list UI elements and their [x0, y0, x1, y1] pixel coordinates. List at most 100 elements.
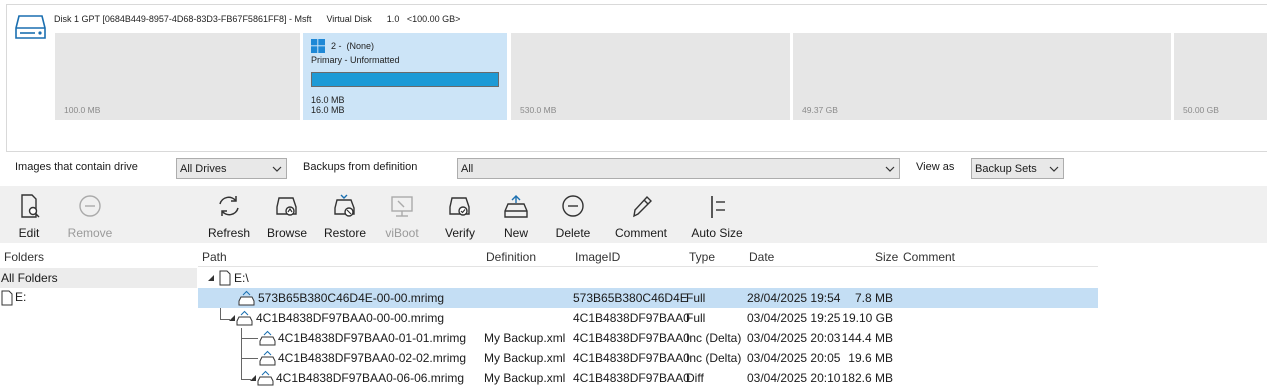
row-size: 144.4 MB [841, 331, 893, 345]
partition-size: 530.0 MB [520, 105, 557, 115]
row-definition: My Backup.xml [484, 351, 566, 365]
root-label: E:\ [234, 271, 249, 285]
header-divider [198, 266, 1098, 267]
column-size[interactable]: Size [875, 250, 898, 264]
restore-button[interactable]: Restore [320, 186, 370, 243]
drive-file-icon [1, 290, 13, 306]
table-row[interactable]: 4C1B4838DF97BAA0-01-01.mrimg My Backup.x… [198, 328, 1098, 348]
new-backup-icon [504, 195, 528, 218]
column-definition[interactable]: Definition [486, 250, 536, 264]
partition-usage-bar [311, 72, 499, 87]
delete-icon [562, 195, 584, 217]
refresh-icon [219, 196, 239, 216]
row-type: Inc (Delta) [686, 351, 742, 365]
remove-label: Remove [67, 226, 113, 240]
restore-label: Restore [323, 226, 367, 240]
row-imageid: 573B65B380C46D4E [573, 291, 688, 305]
column-date[interactable]: Date [749, 250, 774, 264]
collapse-triangle-icon[interactable] [228, 314, 236, 322]
auto-size-label: Auto Size [691, 226, 743, 240]
chevron-down-icon [1049, 166, 1059, 172]
partition-3[interactable]: 530.0 MB [511, 33, 790, 120]
view-as-select[interactable]: Backup Sets [971, 158, 1064, 179]
table-row[interactable]: 4C1B4838DF97BAA0-02-02.mrimg My Backup.x… [198, 348, 1098, 368]
row-type: Diff [686, 371, 704, 385]
partition-2-selected[interactable]: 2 - (None) Primary - Unformatted 16.0 MB… [303, 33, 507, 120]
images-drive-value: All Drives [180, 163, 227, 175]
edit-button[interactable]: Edit [4, 186, 54, 243]
disk-title: Disk 1 GPT [0684B449-8957-4D68-83D3-FB67… [54, 14, 461, 24]
row-definition: My Backup.xml [484, 371, 566, 385]
image-file-icon [236, 310, 253, 326]
row-imageid: 4C1B4838DF97BAA0 [573, 351, 690, 365]
collapse-triangle-icon[interactable] [249, 374, 257, 382]
view-as-value: Backup Sets [975, 163, 1037, 175]
image-file-icon [257, 370, 274, 386]
delete-button[interactable]: Delete [548, 186, 598, 243]
row-imageid: 4C1B4838DF97BAA0 [573, 311, 690, 325]
row-type: Full [686, 291, 706, 305]
row-size: 182.6 MB [841, 371, 893, 385]
table-row[interactable]: 573B65B380C46D4E-00-00.mrimg 573B65B380C… [198, 288, 1098, 308]
row-imageid: 4C1B4838DF97BAA0 [573, 331, 690, 345]
hard-disk-icon [15, 15, 46, 39]
column-imageid[interactable]: ImageID [575, 250, 620, 264]
view-as-label: View as [916, 161, 955, 173]
images-drive-label: Images that contain drive [15, 161, 138, 173]
row-type: Inc (Delta) [686, 331, 742, 345]
image-file-icon [259, 350, 276, 366]
comment-button[interactable]: Comment [610, 186, 672, 243]
backups-definition-label: Backups from definition [303, 161, 418, 173]
row-path: 4C1B4838DF97BAA0-02-02.mrimg [278, 351, 467, 365]
browse-label: Browse [266, 226, 307, 240]
delete-label: Delete [555, 226, 591, 240]
auto-size-icon [711, 196, 725, 218]
browse-button[interactable]: Browse [262, 186, 312, 243]
comment-label: Comment [614, 226, 667, 240]
folder-item-e[interactable]: E: [1, 289, 61, 307]
new-label: New [503, 226, 528, 240]
edit-file-icon [21, 194, 40, 218]
chevron-down-icon [272, 166, 282, 172]
backups-definition-select[interactable]: All [457, 158, 900, 179]
row-size: 19.10 GB [842, 311, 893, 325]
edit-label: Edit [18, 226, 40, 240]
remove-icon [79, 195, 101, 217]
partition-size: 49.37 GB [802, 105, 838, 115]
column-type[interactable]: Type [689, 250, 715, 264]
all-folders-item[interactable]: All Folders [0, 268, 197, 288]
column-path[interactable]: Path [202, 250, 227, 264]
row-path: 573B65B380C46D4E-00-00.mrimg [258, 291, 445, 305]
partition-1[interactable]: 100.0 MB [55, 33, 300, 120]
row-path: 4C1B4838DF97BAA0-01-01.mrimg [278, 331, 467, 345]
refresh-button[interactable]: Refresh [204, 186, 254, 243]
column-comment[interactable]: Comment [903, 250, 955, 264]
table-row[interactable]: 4C1B4838DF97BAA0-00-00.mrimg 4C1B4838DF9… [198, 308, 1098, 328]
all-folders-label: All Folders [1, 271, 58, 285]
verify-icon [449, 197, 470, 216]
viboot-label: viBoot [385, 226, 419, 240]
verify-button[interactable]: Verify [435, 186, 485, 243]
row-date: 28/04/2025 19:54 [747, 291, 841, 305]
tree-root-row[interactable]: E:\ [198, 268, 1098, 288]
row-date: 03/04/2025 20:03 [747, 331, 841, 345]
chevron-down-icon [885, 166, 895, 172]
partition-size: 100.0 MB [64, 105, 101, 115]
new-button[interactable]: New [491, 186, 541, 243]
verify-label: Verify [444, 226, 475, 240]
remove-button[interactable]: Remove [63, 186, 117, 243]
row-path: 4C1B4838DF97BAA0-06-06.mrimg [276, 371, 465, 385]
partition-4[interactable]: 49.37 GB [793, 33, 1171, 120]
images-drive-select[interactable]: All Drives [176, 158, 287, 179]
windows-icon [311, 39, 325, 53]
row-type: Full [686, 311, 706, 325]
viboot-button[interactable]: viBoot [377, 186, 427, 243]
table-row[interactable]: 4C1B4838DF97BAA0-06-06.mrimg My Backup.x… [198, 368, 1098, 388]
row-size: 19.6 MB [848, 351, 893, 365]
auto-size-button[interactable]: Auto Size [687, 186, 747, 243]
image-file-icon [259, 330, 276, 346]
drive-file-icon [219, 270, 231, 286]
partition-5[interactable]: 50.00 GB [1174, 33, 1267, 120]
toolbar: Edit Remove Refresh Browse Restore viBoo… [0, 186, 1267, 243]
collapse-triangle-icon[interactable] [207, 274, 215, 282]
